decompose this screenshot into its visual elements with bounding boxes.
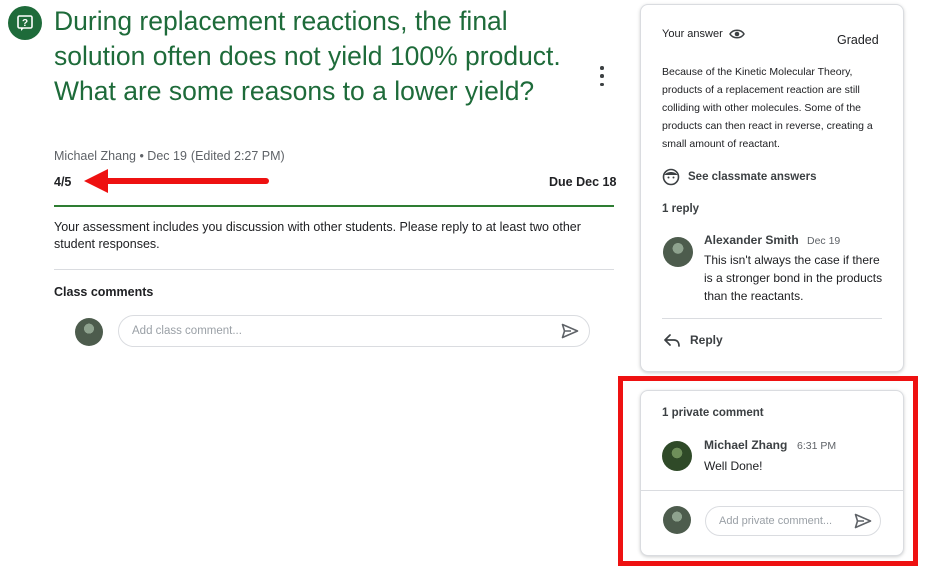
reply-count: 1 reply <box>662 203 700 215</box>
your-answer-text-label: Your answer <box>662 28 723 40</box>
private-comment-text: Well Done! <box>704 459 763 473</box>
see-classmate-answers-button[interactable]: See classmate answers <box>662 168 817 186</box>
annotation-arrow <box>84 169 269 193</box>
reply-text: This isn't always the case if there is a… <box>704 253 883 303</box>
class-comment-placeholder: Add class comment... <box>132 325 242 337</box>
avatar <box>663 506 691 534</box>
card-divider <box>662 318 882 319</box>
reply-author: Alexander Smith <box>704 233 799 247</box>
send-icon[interactable] <box>854 513 872 529</box>
private-comment-input[interactable]: Add private comment... <box>705 506 881 536</box>
section-divider <box>54 269 614 270</box>
status-badge: Graded <box>837 33 879 47</box>
eye-icon[interactable] <box>728 28 745 40</box>
edited-note: (Edited 2:27 PM) <box>190 149 285 163</box>
reply-date: Dec 19 <box>807 235 841 247</box>
class-comment-input[interactable]: Add class comment... <box>118 315 590 347</box>
card-divider <box>641 490 903 491</box>
private-comment-time: 6:31 PM <box>797 440 837 452</box>
svg-text:?: ? <box>22 18 28 29</box>
avatar <box>662 441 692 471</box>
avatar <box>663 237 693 267</box>
reply-arrow-icon <box>664 333 680 347</box>
author-date: Michael Zhang • Dec 19 <box>54 149 187 163</box>
more-vert-icon[interactable] <box>596 66 608 86</box>
private-comment-author: Michael Zhang <box>704 438 788 452</box>
avatar <box>75 318 103 346</box>
due-date: Due Dec 18 <box>549 175 617 189</box>
reply-button[interactable]: Reply <box>664 333 723 347</box>
private-comments-card: 1 private comment Michael Zhang 6:31 PM … <box>640 390 904 556</box>
points-score: 4/5 <box>54 175 72 189</box>
class-comments-heading: Class comments <box>54 285 154 299</box>
instructions: Your assessment includes you discussion … <box>54 220 581 251</box>
question-title: During replacement reactions, the final … <box>54 6 561 106</box>
reply-button-label: Reply <box>690 333 723 347</box>
question-meta: Michael Zhang • Dec 19 (Edited 2:27 PM) <box>54 149 285 163</box>
question-assignment-icon: ? <box>8 6 42 40</box>
private-comment-placeholder: Add private comment... <box>719 515 833 527</box>
your-answer-card: Your answer Graded Because of the Kineti… <box>640 4 904 372</box>
header-divider <box>54 205 614 207</box>
your-answer-label: Your answer <box>662 28 745 40</box>
face-icon <box>662 168 680 186</box>
answer-text: Because of the Kinetic Molecular Theory,… <box>662 66 873 150</box>
private-comment-count: 1 private comment <box>662 407 764 419</box>
see-classmate-answers-label: See classmate answers <box>688 171 817 183</box>
send-icon[interactable] <box>561 323 579 339</box>
